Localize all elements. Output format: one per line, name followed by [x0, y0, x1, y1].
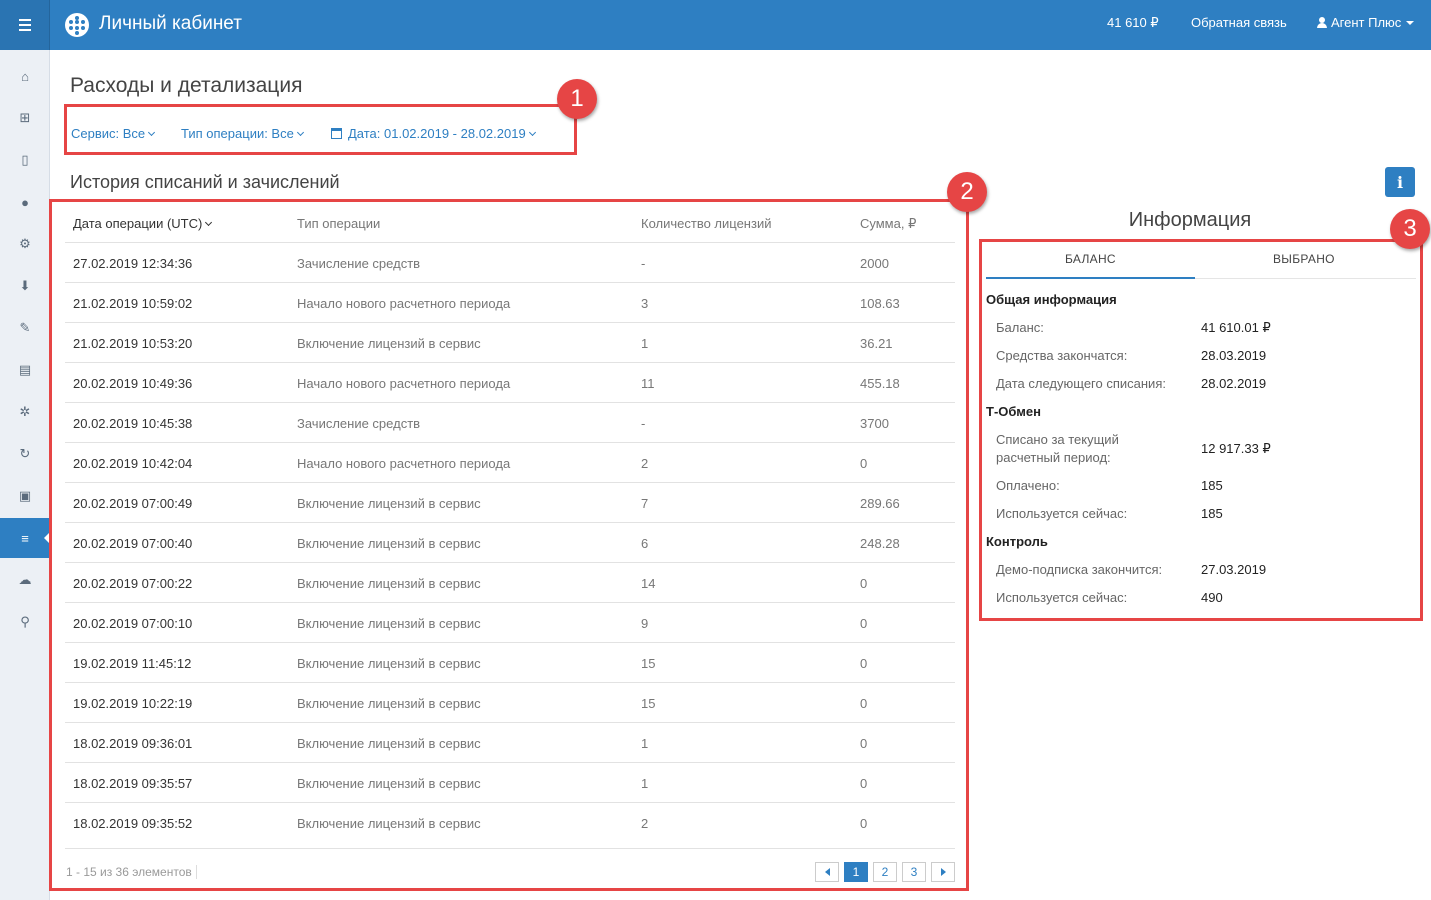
- caret-down-icon: [1406, 21, 1415, 25]
- user-name: Агент Плюс: [1331, 15, 1402, 30]
- page-title: Расходы и детализация: [70, 74, 303, 97]
- sidebar-item[interactable]: ▤: [0, 350, 50, 390]
- sidebar-item[interactable]: ▣: [0, 476, 50, 516]
- money-icon: ▣: [18, 488, 32, 503]
- annotation-box-3: [979, 239, 1423, 621]
- sidebar-item[interactable]: ⚲: [0, 602, 50, 642]
- hamburger-line: [19, 29, 31, 31]
- search-icon: ⚲: [20, 614, 30, 629]
- annotation-box-1: [64, 104, 577, 155]
- annotation-badge-3: 3: [1390, 209, 1430, 249]
- hamburger-line: [19, 24, 31, 26]
- user-icon: [1317, 17, 1327, 28]
- gear-icon: ✲: [19, 404, 31, 419]
- info-icon: i: [1396, 172, 1404, 192]
- sidebar-item[interactable]: ≡: [0, 518, 51, 558]
- hamburger-icon: [19, 19, 31, 21]
- sidebar-item[interactable]: ⬇: [0, 266, 50, 306]
- annotation-box-2: [49, 199, 969, 891]
- cogs-icon: ⚙: [19, 236, 31, 251]
- sidebar-item[interactable]: ⊞: [0, 98, 50, 138]
- menu-toggle-button[interactable]: [0, 0, 50, 50]
- sidebar-item[interactable]: ✲: [0, 392, 50, 432]
- sidebar-item[interactable]: ●: [0, 182, 50, 222]
- billing-list-icon: ≡: [21, 530, 29, 546]
- history-section-title: История списаний и зачислений: [70, 172, 340, 192]
- refresh-icon: ↻: [19, 446, 31, 461]
- sidebar-item[interactable]: ☁: [0, 560, 50, 600]
- download-icon: ⬇: [19, 278, 31, 293]
- sidebar-item[interactable]: ✎: [0, 308, 50, 348]
- sitemap-icon: ⊞: [19, 110, 31, 125]
- annotation-badge-2: 2: [947, 172, 987, 212]
- info-button[interactable]: i: [1385, 167, 1415, 197]
- sidebar-item[interactable]: ▯: [0, 140, 50, 180]
- user-menu[interactable]: Агент Плюс: [1317, 15, 1415, 30]
- header-balance-link[interactable]: 41 610 ₽: [1107, 15, 1159, 31]
- mobile-icon: ▯: [21, 152, 29, 167]
- sidebar-item[interactable]: ↻: [0, 434, 50, 474]
- globe-icon: ●: [21, 194, 29, 210]
- info-panel-title: Информация: [1128, 209, 1252, 231]
- sidebar-item[interactable]: ⚙: [0, 224, 50, 264]
- app-logo-icon: [65, 13, 89, 37]
- annotation-badge-1: 1: [557, 79, 597, 119]
- home-icon: ⌂: [21, 68, 29, 84]
- sidebar: ⌂ ⊞ ▯ ● ⚙ ⬇ ✎ ▤ ✲ ↻ ▣ ≡ ☁ ⚲: [0, 50, 51, 900]
- id-card-icon: ▤: [18, 362, 32, 377]
- wrench-icon: ✎: [19, 320, 31, 335]
- feedback-link[interactable]: Обратная связь: [1191, 15, 1287, 30]
- cloud-upload-icon: ☁: [18, 572, 32, 587]
- top-navbar: Личный кабинет 41 610 ₽ Обратная связь А…: [0, 0, 1431, 50]
- sidebar-item[interactable]: ⌂: [0, 56, 50, 96]
- app-title: Личный кабинет: [99, 13, 242, 34]
